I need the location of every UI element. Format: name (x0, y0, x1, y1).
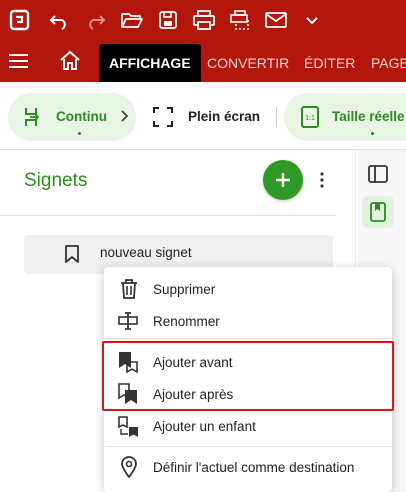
home-icon[interactable] (58, 49, 82, 73)
panel-divider (0, 215, 336, 216)
menu-separator (106, 446, 392, 447)
location-pin-icon (120, 456, 138, 483)
title-bar (0, 0, 406, 40)
continuous-label: Continu (56, 109, 107, 124)
tab-editer[interactable]: ÉDITER (304, 44, 355, 82)
continuous-view-button[interactable]: Continu (8, 93, 136, 141)
actual-size-icon: 1:1 (300, 106, 320, 133)
plus-icon (276, 173, 290, 187)
fullscreen-icon[interactable] (152, 106, 174, 133)
trash-icon (119, 278, 139, 305)
mail-icon[interactable] (262, 6, 290, 34)
toolbar-divider (276, 107, 277, 127)
tab-convertir[interactable]: CONVERTIR (207, 44, 289, 82)
undo-icon[interactable] (45, 6, 73, 34)
bookmarks-panel-icon[interactable] (362, 196, 394, 228)
menu-item-delete[interactable]: Supprimer (153, 282, 215, 297)
bookmark-icon (64, 244, 80, 269)
active-indicator-dot (371, 132, 374, 135)
actual-size-label: Taille réelle (332, 109, 405, 124)
bookmark-add-child-icon (117, 415, 141, 444)
sidebar-toggle-icon[interactable] (362, 158, 394, 190)
chevron-right-icon[interactable] (120, 109, 130, 128)
actual-size-button[interactable]: 1:1 Taille réelle (284, 93, 406, 141)
redo-icon[interactable] (82, 6, 110, 34)
bookmark-label: nouveau signet (100, 245, 192, 260)
chevron-down-icon[interactable] (298, 6, 326, 34)
app-logo-icon[interactable] (6, 6, 34, 34)
menu-item-rename[interactable]: Renommer (153, 314, 220, 329)
menu-item-set-destination[interactable]: Définir l'actuel comme destination (153, 460, 354, 475)
menu-bar: AFFICHAGE CONVERTIR ÉDITER PAGE (0, 40, 406, 82)
svg-text:1:1: 1:1 (305, 115, 315, 122)
scan-icon[interactable] (226, 6, 254, 34)
view-toolbar: Continu Plein écran 1:1 Taille réelle (0, 82, 406, 150)
rename-icon (117, 311, 141, 336)
highlight-annotation (102, 341, 394, 411)
more-options-icon[interactable] (318, 170, 326, 190)
open-folder-icon[interactable] (118, 6, 146, 34)
print-icon[interactable] (190, 6, 218, 34)
tab-page[interactable]: PAGE (371, 44, 406, 82)
fullscreen-button[interactable]: Plein écran (188, 109, 260, 124)
add-bookmark-button[interactable] (263, 160, 303, 200)
menu-item-add-child[interactable]: Ajouter un enfant (153, 419, 256, 434)
panel-title: Signets (24, 170, 88, 191)
tab-affichage[interactable]: AFFICHAGE (99, 44, 201, 82)
active-indicator-dot (78, 132, 81, 135)
hamburger-menu-icon[interactable] (8, 50, 30, 72)
save-icon[interactable] (154, 6, 182, 34)
menu-separator (106, 338, 392, 339)
continuous-icon (22, 106, 44, 133)
